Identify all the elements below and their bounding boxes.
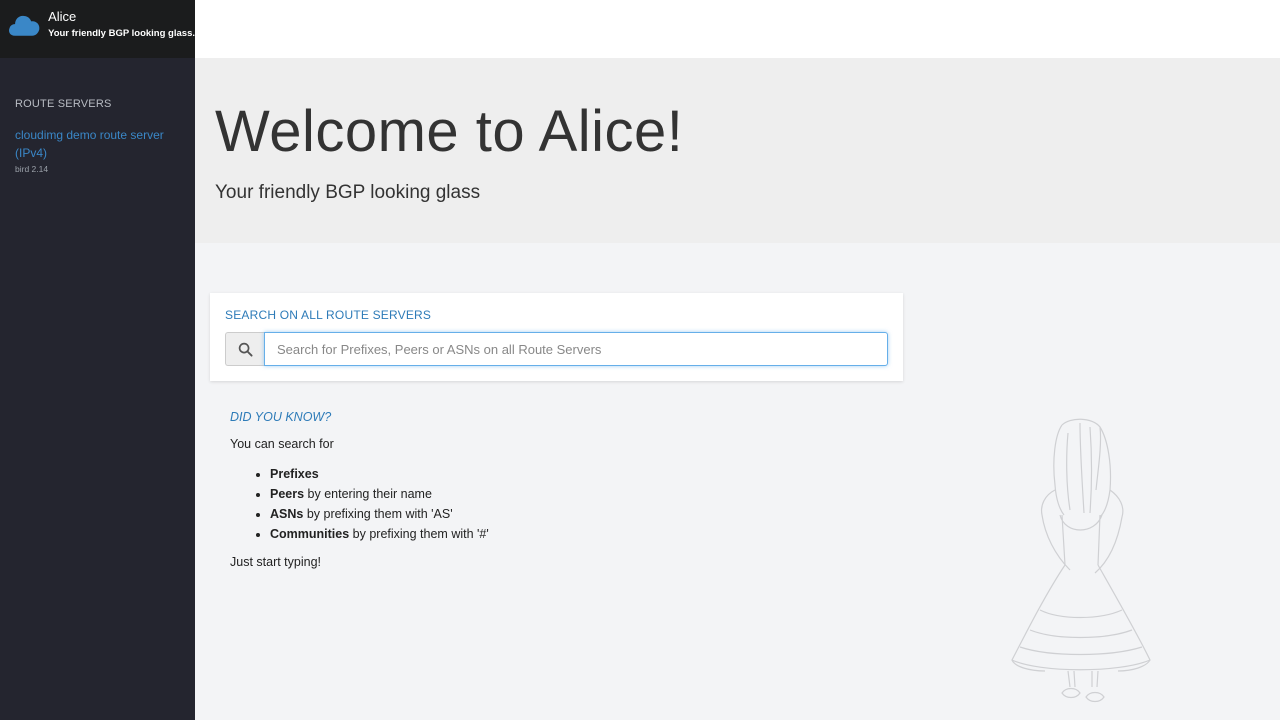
brand-title: Alice <box>48 9 77 24</box>
route-server-version: bird 2.14 <box>15 164 49 174</box>
search-input[interactable] <box>264 332 888 366</box>
search-card: SEARCH ON ALL ROUTE SERVERS <box>210 293 903 381</box>
hero: Welcome to Alice! Your friendly BGP look… <box>195 58 1280 243</box>
sidebar-section-title: ROUTE SERVERS <box>15 98 112 110</box>
list-item: Prefixes <box>270 464 730 484</box>
did-you-know-heading: DID YOU KNOW? <box>230 410 332 424</box>
top-bar <box>195 0 1280 58</box>
tip-term: Prefixes <box>270 467 319 481</box>
tip-text: by prefixing them with 'AS' <box>303 507 453 521</box>
sidebar-item-route-server[interactable]: cloudimg demo route server (IPv4) <box>15 126 183 162</box>
search-addon <box>225 332 265 366</box>
search-card-title: SEARCH ON ALL ROUTE SERVERS <box>225 308 432 322</box>
search-tips-list: Prefixes Peers by entering their name AS… <box>270 464 730 544</box>
tip-text: by entering their name <box>304 487 432 501</box>
brand-subtitle: Your friendly BGP looking glass. <box>48 28 195 39</box>
cloud-icon <box>9 15 40 36</box>
did-you-know-intro: You can search for <box>230 437 334 451</box>
tip-term: Communities <box>270 527 350 541</box>
tip-term: Peers <box>270 487 305 501</box>
did-you-know: DID YOU KNOW? You can search for Prefixe… <box>230 410 730 569</box>
list-item: Communities by prefixing them with '#' <box>270 524 730 544</box>
sidebar: Alice Your friendly BGP looking glass. R… <box>0 0 195 720</box>
tip-text: by prefixing them with '#' <box>349 527 489 541</box>
brand[interactable]: Alice Your friendly BGP looking glass. <box>0 0 195 58</box>
list-item: ASNs by prefixing them with 'AS' <box>270 504 730 524</box>
page-subtitle: Your friendly BGP looking glass <box>215 182 481 203</box>
alice-illustration-icon <box>1011 418 1151 703</box>
search-icon <box>238 342 253 357</box>
list-item: Peers by entering their name <box>270 484 730 504</box>
did-you-know-outro: Just start typing! <box>230 555 322 569</box>
page-title: Welcome to Alice! <box>215 99 684 164</box>
tip-term: ASNs <box>270 507 304 521</box>
